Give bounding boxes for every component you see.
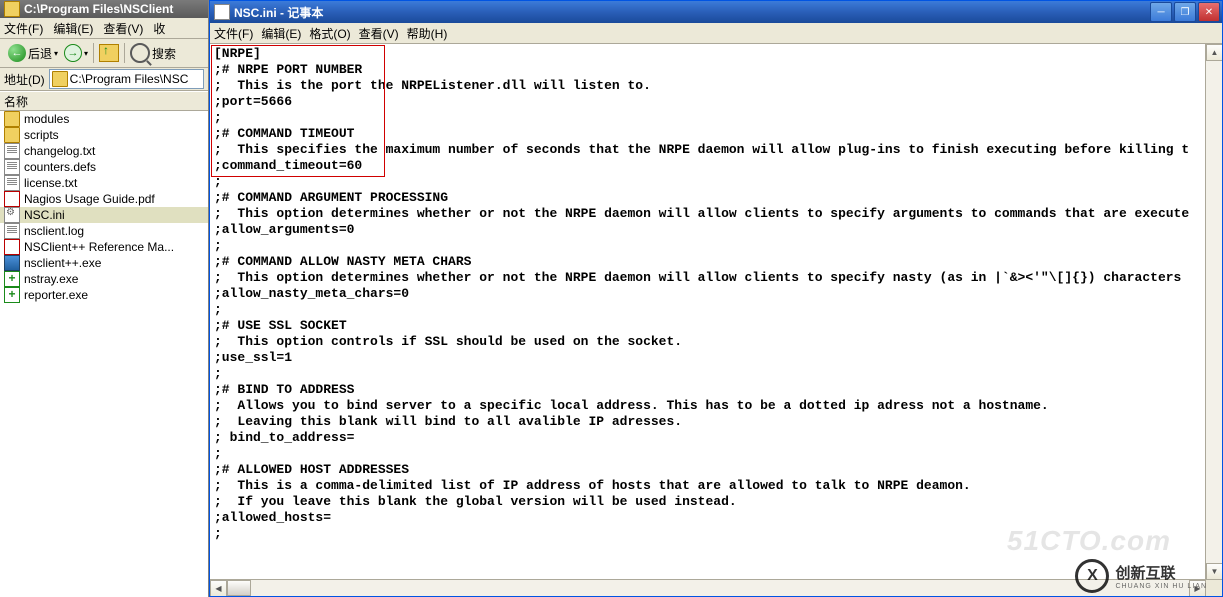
file-name: modules xyxy=(24,112,69,126)
file-row[interactable]: + reporter.exe xyxy=(0,287,208,303)
minimize-button[interactable]: ─ xyxy=(1150,2,1172,22)
up-button[interactable] xyxy=(99,44,119,62)
scroll-track-h[interactable] xyxy=(227,580,1189,596)
file-name: NSClient++ Reference Ma... xyxy=(24,240,174,254)
scroll-left-icon[interactable]: ◀ xyxy=(210,580,227,596)
menu-file[interactable]: 文件(F) xyxy=(214,25,253,42)
notepad-titlebar[interactable]: NSC.ini - 记事本 ─ ❐ ✕ xyxy=(210,1,1222,23)
back-button[interactable]: ← 后退 ▾ xyxy=(4,42,62,64)
menu-format[interactable]: 格式(O) xyxy=(309,25,350,42)
file-row[interactable]: NSClient++ Reference Ma... xyxy=(0,239,208,255)
explorer-addressbar: 地址(D) C:\Program Files\NSC xyxy=(0,68,208,91)
file-name: nsclient.log xyxy=(24,224,84,238)
file-name: license.txt xyxy=(24,176,77,190)
scroll-track-v[interactable] xyxy=(1206,61,1222,563)
file-name: NSC.ini xyxy=(24,208,65,222)
txt-icon xyxy=(4,143,20,159)
menu-view[interactable]: 查看(V) xyxy=(359,25,399,42)
file-name: changelog.txt xyxy=(24,144,95,158)
menu-edit[interactable]: 编辑(E) xyxy=(53,20,93,37)
ini-icon xyxy=(4,207,20,223)
file-row[interactable]: nsclient++.exe xyxy=(0,255,208,271)
fld-icon xyxy=(4,111,20,127)
scroll-up-icon[interactable]: ▲ xyxy=(1206,44,1222,61)
explorer-window: C:\Program Files\NSClient 文件(F) 编辑(E) 查看… xyxy=(0,0,209,597)
txt-icon xyxy=(4,223,20,239)
greenplus-icon: + xyxy=(4,287,20,303)
back-icon: ← xyxy=(8,44,26,62)
scrollbar-horizontal[interactable]: ◀ ▶ xyxy=(210,579,1206,596)
file-row[interactable]: counters.defs xyxy=(0,159,208,175)
scroll-corner xyxy=(1206,580,1222,596)
menu-fav[interactable]: 收 xyxy=(153,20,165,37)
column-header-name[interactable]: 名称 xyxy=(0,91,208,111)
notepad-title: NSC.ini - 记事本 xyxy=(234,4,1150,21)
exe-icon xyxy=(4,255,20,271)
scrollbar-vertical[interactable]: ▲ ▼ xyxy=(1205,44,1222,580)
fld-icon xyxy=(4,127,20,143)
file-row[interactable]: license.txt xyxy=(0,175,208,191)
close-button[interactable]: ✕ xyxy=(1198,2,1220,22)
scroll-thumb-h[interactable] xyxy=(227,580,251,596)
menu-file[interactable]: 文件(F) xyxy=(4,20,43,37)
address-label: 地址(D) xyxy=(4,71,45,88)
search-button[interactable]: 搜索 xyxy=(130,43,176,63)
explorer-titlebar[interactable]: C:\Program Files\NSClient xyxy=(0,0,208,18)
file-row[interactable]: changelog.txt xyxy=(0,143,208,159)
file-name: reporter.exe xyxy=(24,288,88,302)
separator xyxy=(93,43,94,63)
notepad-menubar: 文件(F) 编辑(E) 格式(O) 查看(V) 帮助(H) xyxy=(210,23,1222,44)
file-row[interactable]: NSC.ini xyxy=(0,207,208,223)
menu-edit[interactable]: 编辑(E) xyxy=(261,25,301,42)
search-icon xyxy=(130,43,150,63)
maximize-button[interactable]: ❐ xyxy=(1174,2,1196,22)
file-row[interactable]: scripts xyxy=(0,127,208,143)
address-path: C:\Program Files\NSC xyxy=(70,72,189,86)
greenplus-icon: + xyxy=(4,271,20,287)
file-name: counters.defs xyxy=(24,160,96,174)
file-row[interactable]: + nstray.exe xyxy=(0,271,208,287)
forward-button[interactable]: → xyxy=(64,44,82,62)
highlight-box xyxy=(211,45,385,177)
menu-help[interactable]: 帮助(H) xyxy=(407,25,448,42)
notepad-icon xyxy=(214,4,230,20)
file-row[interactable]: nsclient.log xyxy=(0,223,208,239)
explorer-toolbar: ← 后退 ▾ → ▾ 搜索 xyxy=(0,39,208,68)
pdf-icon xyxy=(4,239,20,255)
file-name: Nagios Usage Guide.pdf xyxy=(24,192,155,206)
explorer-menubar: 文件(F) 编辑(E) 查看(V) 收 xyxy=(0,18,208,39)
scroll-right-icon[interactable]: ▶ xyxy=(1189,580,1206,596)
file-name: nsclient++.exe xyxy=(24,256,101,270)
notepad-body: [NRPE] ;# NRPE PORT NUMBER ; This is the… xyxy=(210,44,1222,596)
file-row[interactable]: Nagios Usage Guide.pdf xyxy=(0,191,208,207)
file-list: modules scripts changelog.txt counters.defs… xyxy=(0,111,208,303)
dropdown-icon: ▾ xyxy=(54,49,58,58)
notepad-window: NSC.ini - 记事本 ─ ❐ ✕ 文件(F) 编辑(E) 格式(O) 查看… xyxy=(209,0,1223,597)
file-name: scripts xyxy=(24,128,59,142)
txt-icon xyxy=(4,175,20,191)
file-name: nstray.exe xyxy=(24,272,78,286)
forward-dropdown[interactable]: ▾ xyxy=(84,49,88,58)
menu-view[interactable]: 查看(V) xyxy=(103,20,143,37)
file-row[interactable]: modules xyxy=(0,111,208,127)
folder-icon xyxy=(52,71,68,87)
explorer-title: C:\Program Files\NSClient xyxy=(24,2,173,16)
address-input[interactable]: C:\Program Files\NSC xyxy=(49,69,204,89)
separator xyxy=(124,43,125,63)
folder-icon xyxy=(4,1,20,17)
pdf-icon xyxy=(4,191,20,207)
txt-icon xyxy=(4,159,20,175)
scroll-down-icon[interactable]: ▼ xyxy=(1206,563,1222,580)
